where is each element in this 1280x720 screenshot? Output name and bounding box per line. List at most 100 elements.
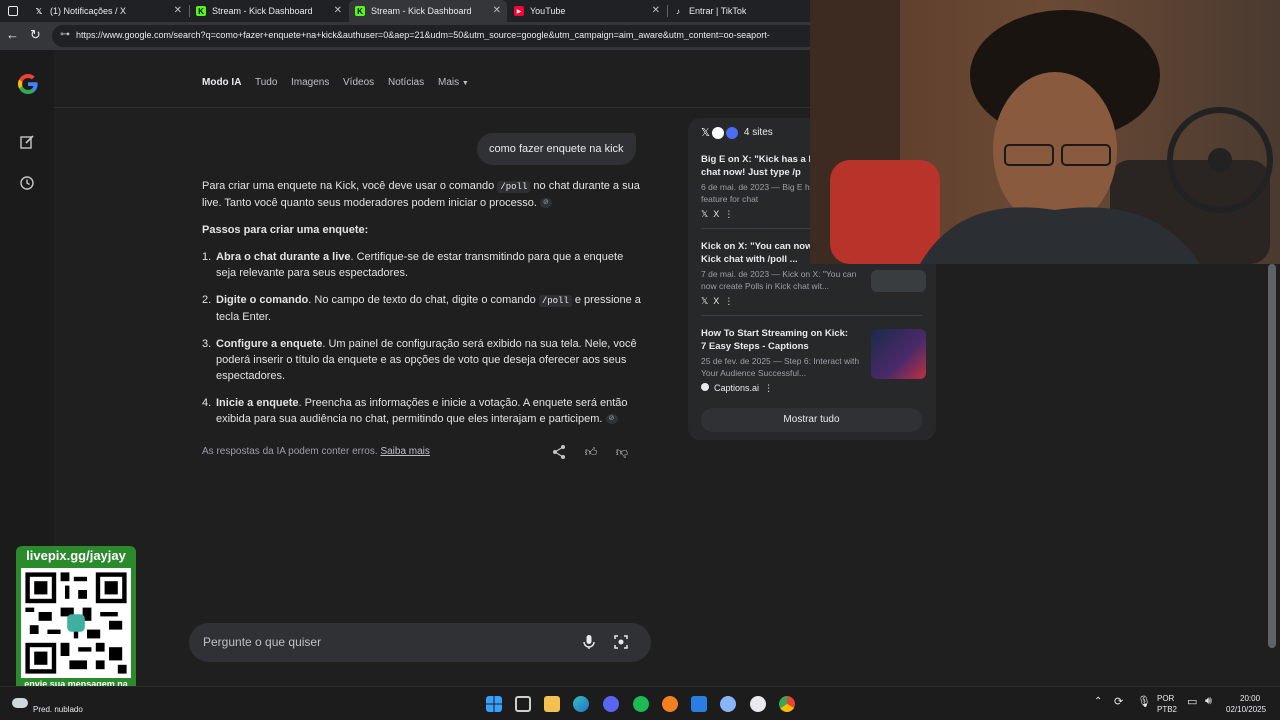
steps-list: 1. Abra o chat durante a live. Certifique… <box>202 249 642 427</box>
poll-command-code: /poll <box>538 295 572 307</box>
answer-intro: Para criar uma enquete na Kick, você dev… <box>202 180 640 209</box>
nav-videos[interactable]: Vídeos <box>343 77 374 88</box>
close-tab-icon[interactable]: ✕ <box>334 5 342 16</box>
volume-icon[interactable]: 🔊︎ <box>1205 695 1212 708</box>
tab-actions-icon[interactable] <box>8 6 18 16</box>
ask-placeholder[interactable]: Pergunte o que quiser <box>203 635 321 649</box>
nav-noticias[interactable]: Notícias <box>388 77 424 88</box>
x-logo-icon: 𝕏 <box>35 6 43 16</box>
nav-modo-ia[interactable]: Modo IA <box>202 77 241 88</box>
kick-logo-icon: K <box>355 6 365 16</box>
thumbs-down-icon[interactable]: 👎︎ <box>613 443 631 461</box>
close-tab-icon[interactable]: ✕ <box>652 5 660 16</box>
webcam-overlay <box>810 0 1280 264</box>
tab-kick-dashboard-2[interactable]: K Stream - Kick Dashboard ✕ <box>349 0 507 22</box>
close-tab-icon[interactable]: ✕ <box>174 5 182 16</box>
more-options-icon[interactable]: ⋮ <box>724 209 733 219</box>
cloud-app-icon[interactable] <box>662 696 678 712</box>
history-icon[interactable] <box>19 175 35 191</box>
display-icon[interactable]: ▭ <box>1187 695 1197 708</box>
step-item: 3. Configure a enquete. Um painel de conf… <box>202 338 637 382</box>
weather-icon[interactable] <box>12 698 28 708</box>
back-icon[interactable]: ← <box>6 27 19 42</box>
discord-icon[interactable] <box>603 696 619 712</box>
weather-label[interactable]: Pred. nublado <box>33 705 83 714</box>
learn-more-link[interactable]: Saiba mais <box>380 446 429 457</box>
tab-tiktok[interactable]: ♪ Entrar | TikTok <box>667 0 810 22</box>
tab-title: Entrar | TikTok <box>689 6 747 16</box>
nav-mais-label: Mais <box>438 77 460 88</box>
user-query-bubble: como fazer enquete na kick <box>477 133 636 165</box>
file-explorer-icon[interactable] <box>544 696 560 712</box>
tab-title: Stream - Kick Dashboard <box>371 6 472 16</box>
spotify-icon[interactable] <box>633 696 649 712</box>
sources-count: 4 sites <box>743 127 773 138</box>
x-logo-icon: 𝕏 <box>701 209 709 219</box>
x-logo-icon: 𝕏 <box>701 296 709 306</box>
link-icon[interactable]: ⊘ <box>539 198 552 209</box>
mic-tray-icon[interactable]: 🎙︎ <box>1137 695 1151 708</box>
settings-gear-icon[interactable] <box>720 696 736 712</box>
chrome-icon[interactable] <box>779 696 795 712</box>
step-item: 2. Digite o comando. No campo de texto do… <box>202 294 641 323</box>
livepix-qr-overlay: livepix.gg/jayjay envie sua mensagem na … <box>16 546 136 704</box>
kick-logo-icon: K <box>196 6 206 16</box>
address-bar[interactable]: ⊶ https://www.google.com/search?q=como+f… <box>52 25 822 47</box>
nav-imagens[interactable]: Imagens <box>291 77 329 88</box>
nav-mais[interactable]: Mais ▼ <box>438 77 469 88</box>
source-thumbnail <box>871 329 926 379</box>
new-chat-icon[interactable] <box>19 134 35 150</box>
tray-overflow-icon[interactable]: ⌃ <box>1094 696 1102 707</box>
language-top[interactable]: POR <box>1157 694 1174 703</box>
captions-logo-icon <box>725 126 738 139</box>
ai-answer: Para criar uma enquete na Kick, você dev… <box>202 178 642 438</box>
streamer-camera-image <box>810 0 1280 264</box>
close-tab-icon[interactable]: ✕ <box>493 5 501 16</box>
captions-logo-icon <box>701 383 709 391</box>
ask-input[interactable]: Pergunte o que quiser <box>189 623 651 662</box>
obs-icon[interactable] <box>750 696 766 712</box>
nav-tudo[interactable]: Tudo <box>255 77 277 88</box>
more-options-icon[interactable]: ⋮ <box>724 296 733 306</box>
task-view-icon[interactable] <box>515 696 531 712</box>
poll-command-code: /poll <box>497 181 531 193</box>
tab-kick-dashboard-1[interactable]: K Stream - Kick Dashboard ✕ <box>190 0 348 22</box>
edge-icon[interactable] <box>573 696 589 712</box>
lens-icon[interactable] <box>613 634 629 650</box>
tab-x-notifications[interactable]: 𝕏 (1) Notificações / X ✕ <box>28 0 188 22</box>
tiktok-logo-icon: ♪ <box>676 6 680 16</box>
tab-title: (1) Notificações / X <box>50 6 127 16</box>
thumbs-up-icon[interactable]: 👍︎ <box>582 443 600 461</box>
steps-heading: Passos para criar uma enquete: <box>202 224 369 236</box>
url-text[interactable]: https://www.google.com/search?q=como+faz… <box>76 30 816 40</box>
sync-icon[interactable]: ⟳ <box>1114 695 1123 708</box>
step-item: 1. Abra o chat durante a live. Certifique… <box>202 251 624 279</box>
page-scrollbar[interactable] <box>1268 264 1276 648</box>
clock-date[interactable]: 02/10/2025 <box>1226 705 1266 714</box>
qr-header: livepix.gg/jayjay <box>26 548 126 563</box>
source-thumbnail <box>871 270 926 292</box>
step-item: 4. Inicie a enquete. Preencha as informaç… <box>202 397 628 425</box>
source-card[interactable]: How To Start Streaming on Kick: 7 Easy S… <box>701 327 926 394</box>
youtube-logo-icon: ▶ <box>514 6 524 16</box>
qr-code-image <box>21 568 131 678</box>
reload-icon[interactable]: ↻ <box>30 27 41 43</box>
chevron-down-icon: ▼ <box>461 80 469 87</box>
microphone-icon[interactable] <box>582 634 596 650</box>
language-bottom[interactable]: PTB2 <box>1157 705 1177 714</box>
windows-taskbar: Pred. nublado ⌃ ⟳ 🎙︎ POR PTB2 ▭ 🔊︎ 20:00… <box>0 686 1280 720</box>
clock-time[interactable]: 20:00 <box>1240 694 1260 703</box>
store-icon[interactable] <box>691 696 707 712</box>
tab-youtube[interactable]: ▶ YouTube ✕ <box>508 0 666 22</box>
google-logo-icon[interactable] <box>16 72 40 96</box>
more-options-icon[interactable]: ⋮ <box>764 383 773 393</box>
windows-start-icon[interactable] <box>486 696 502 712</box>
share-icon[interactable] <box>550 443 568 461</box>
ai-disclaimer: As respostas da IA podem conter erros. S… <box>202 446 430 457</box>
link-icon[interactable]: ⊘ <box>605 414 618 425</box>
show-all-button[interactable]: Mostrar tudo <box>701 408 922 432</box>
site-info-icon[interactable]: ⊶ <box>60 29 70 40</box>
tab-title: YouTube <box>530 6 566 16</box>
tab-title: Stream - Kick Dashboard <box>212 6 313 16</box>
sources-header[interactable]: 𝕏 4 sites <box>701 126 773 139</box>
